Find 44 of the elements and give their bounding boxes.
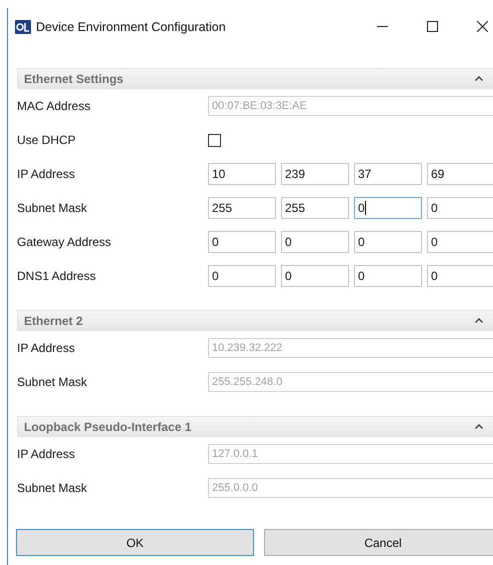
octet-field[interactable]: 0 (354, 265, 422, 287)
chevron-icon (475, 76, 483, 81)
text-field: 255.255.248.0 (208, 372, 493, 392)
window-title: Device Environment Configuration (36, 20, 227, 34)
section-header[interactable]: Ethernet Settings (17, 68, 493, 89)
field-label: MAC Address (17, 99, 92, 113)
text-field: 127.0.0.1 (208, 444, 493, 464)
octet-field[interactable]: 255 (208, 197, 276, 219)
text-field: 00:07:BE:03:3E:AE (208, 96, 493, 116)
close-icon (476, 21, 488, 32)
octet-field[interactable]: 0 (354, 197, 422, 219)
field-label: Use DHCP (17, 133, 77, 147)
octet-field[interactable]: 0 (281, 231, 349, 253)
checkbox[interactable] (208, 134, 221, 146)
octet-field[interactable]: 0 (354, 231, 422, 253)
section-header[interactable]: Loopback Pseudo-Interface 1 (17, 416, 493, 437)
field-label: Subnet Mask (17, 481, 88, 495)
octet-field[interactable]: 0 (427, 265, 493, 287)
octet-field[interactable]: 10 (208, 163, 276, 185)
field-label: IP Address (17, 167, 76, 181)
app-logo-icon (15, 20, 31, 34)
field-label: Gateway Address (17, 235, 112, 249)
field-label: IP Address (17, 447, 76, 461)
octet-field[interactable]: 0 (208, 231, 276, 253)
octet-field[interactable]: 0 (208, 265, 276, 287)
field-label: Subnet Mask (17, 201, 88, 215)
chevron-icon (475, 424, 483, 429)
octet-field[interactable]: 255 (281, 197, 349, 219)
octet-field[interactable]: 0 (427, 197, 493, 219)
field-label: IP Address (17, 341, 76, 355)
field-label: Subnet Mask (17, 375, 88, 389)
octet-field[interactable]: 69 (427, 163, 493, 185)
octet-field[interactable]: 239 (281, 163, 349, 185)
field-label: DNS1 Address (17, 269, 97, 283)
chevron-icon (475, 318, 483, 323)
dialog-button[interactable]: Cancel (264, 529, 493, 556)
maximize-icon (426, 21, 438, 32)
text-field: 255.0.0.0 (208, 478, 493, 498)
text-field: 10.239.32.222 (208, 338, 493, 358)
octet-field[interactable]: 0 (427, 231, 493, 253)
octet-field[interactable]: 37 (354, 163, 422, 185)
dialog-button[interactable]: OK (16, 529, 254, 556)
section-header[interactable]: Ethernet 2 (17, 310, 493, 331)
octet-field[interactable]: 0 (281, 265, 349, 287)
